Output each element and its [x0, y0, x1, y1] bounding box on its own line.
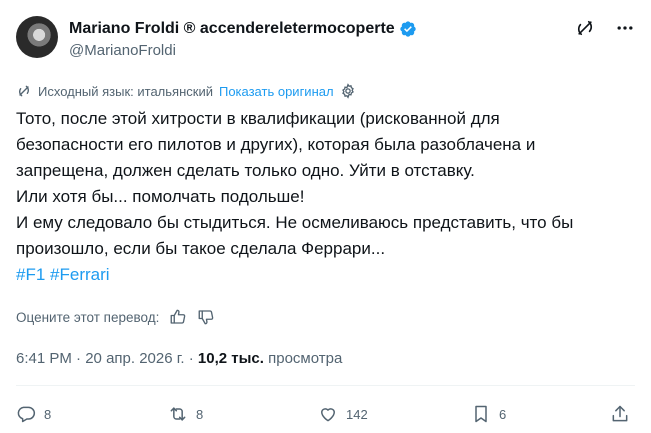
- reply-icon: [17, 406, 36, 423]
- repost-icon: [170, 407, 186, 421]
- thumbs-down-icon[interactable]: [197, 308, 215, 326]
- hashtag-f1[interactable]: #F1: [16, 265, 45, 284]
- tweet-line: безопасности его пилотов и других), кото…: [16, 135, 536, 154]
- tweet-line: Тото, после этой хитрости в квалификации…: [16, 109, 500, 128]
- bookmark-icon: [475, 405, 487, 423]
- divider: [16, 385, 635, 386]
- source-language-label: Исходный язык: итальянский: [38, 83, 213, 99]
- tweet-text: Тото, после этой хитрости в квалификации…: [16, 106, 626, 288]
- bookmark-count: 6: [499, 406, 507, 422]
- tweet-line: И ему следовало бы стыдиться. Не осмелив…: [16, 213, 574, 232]
- tweet-line: Или хотя бы... помолчать подольше!: [16, 187, 305, 206]
- like-button[interactable]: 142: [318, 404, 368, 424]
- hashtags-line: #F1 #Ferrari: [16, 262, 626, 288]
- tweet-line: произошло, если бы такое сделала Феррари…: [16, 239, 386, 258]
- avatar[interactable]: [16, 16, 58, 58]
- views-label: просмотра: [268, 350, 343, 367]
- translate-icon: [19, 85, 29, 97]
- more-icon[interactable]: [615, 18, 635, 38]
- share-icon: [612, 405, 628, 422]
- reply-count: 8: [44, 406, 52, 422]
- top-actions: [575, 18, 635, 38]
- views-count[interactable]: 10,2 тыс.: [198, 350, 264, 367]
- action-bar: 8 8 142 6: [16, 404, 636, 428]
- translate-settings-icon[interactable]: [340, 83, 356, 99]
- repost-count: 8: [196, 406, 204, 422]
- like-count: 142: [346, 406, 368, 422]
- tweet-header: Mariano Froldi ® accendereletermocoperte…: [16, 14, 635, 64]
- rate-translation-label: Оцените этот перевод:: [16, 309, 160, 325]
- show-original-link[interactable]: Показать оригинал: [219, 84, 334, 99]
- tweet-time[interactable]: 6:41 PM: [16, 350, 72, 367]
- author-handle[interactable]: @MarianoFroldi: [69, 41, 417, 61]
- rate-translation: Оцените этот перевод:: [16, 308, 215, 326]
- author-names: Mariano Froldi ® accendereletermocoperte…: [69, 19, 417, 61]
- share-button[interactable]: [610, 404, 630, 424]
- hashtag-ferrari[interactable]: #Ferrari: [50, 265, 110, 284]
- bookmark-button[interactable]: 6: [471, 404, 506, 424]
- author-display-name-row[interactable]: Mariano Froldi ® accendereletermocoperte: [69, 19, 417, 39]
- tweet-line: запрещена, должен сделать только одно. У…: [16, 161, 475, 180]
- like-icon: [321, 408, 335, 422]
- tweet-meta: 6:41 PM · 20 апр. 2026 г. · 10,2 тыс. пр…: [16, 350, 342, 367]
- translation-info: Исходный язык: итальянский Показать ориг…: [16, 83, 356, 99]
- tweet-date[interactable]: 20 апр. 2026 г.: [85, 350, 184, 367]
- verified-badge-icon: [399, 21, 416, 37]
- author-display-name[interactable]: Mariano Froldi ® accendereletermocoperte: [69, 19, 395, 39]
- meta-separator: ·: [76, 350, 82, 367]
- repost-button[interactable]: 8: [168, 404, 203, 424]
- thumbs-up-icon[interactable]: [169, 308, 187, 326]
- meta-separator: ·: [188, 350, 194, 367]
- grok-icon[interactable]: [575, 18, 595, 38]
- reply-button[interactable]: 8: [16, 404, 51, 424]
